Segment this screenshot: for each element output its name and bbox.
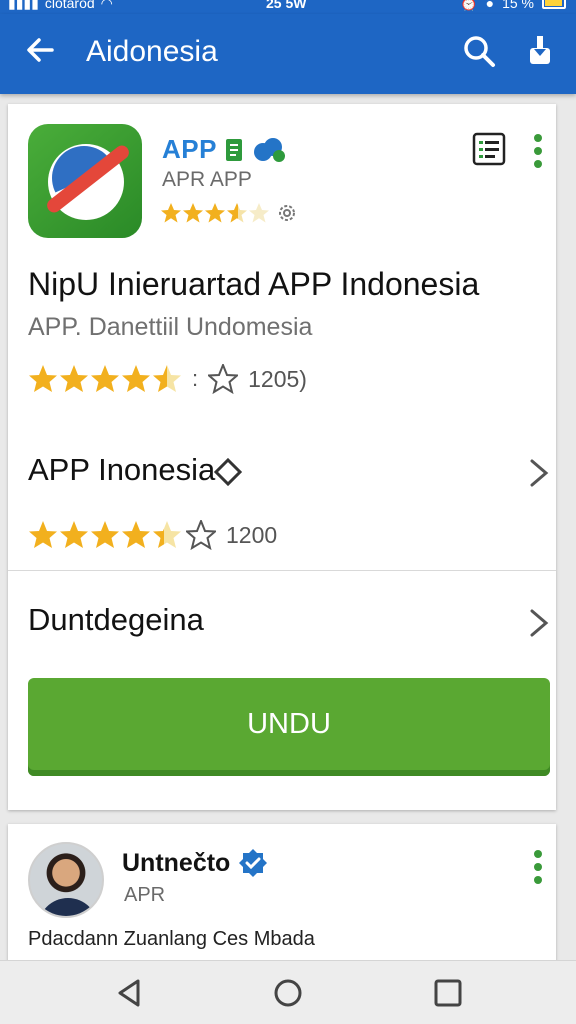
mini-star-rating-icon <box>161 203 269 223</box>
details-list-icon[interactable] <box>472 132 506 166</box>
status-time: 25 5W <box>266 0 307 11</box>
battery-icon <box>542 0 566 9</box>
wifi-icon: ◠ <box>100 0 113 11</box>
signal-icon: ▮▮▮▮ <box>8 0 39 11</box>
section-rating-count: 1200 <box>226 521 278 548</box>
install-button[interactable]: UNDU <box>28 678 550 776</box>
page-title: Aidonesia <box>86 35 218 68</box>
section-label: APP Inonesia <box>28 452 216 487</box>
diamond-icon <box>214 458 242 486</box>
chevron-right-icon[interactable] <box>528 458 550 488</box>
carrier-label: clotarod <box>44 0 95 11</box>
app-subtitle: APP. Danettiil Undomesia <box>28 313 313 341</box>
reviewer-subtitle: APR <box>124 884 166 906</box>
cloud-badge-icon <box>253 137 285 162</box>
app-logo-icon[interactable] <box>28 124 142 238</box>
star-rating-icon <box>29 365 181 392</box>
status-bar: ▮▮▮▮ clotarod ◠ 25 5W ⏰ ● 15 % <box>0 0 576 14</box>
avatar[interactable] <box>28 842 104 918</box>
battery-label: 15 % <box>502 0 534 11</box>
system-nav-bar <box>0 960 576 1024</box>
divider <box>8 570 556 571</box>
verified-badge-icon <box>239 849 268 877</box>
download-icon[interactable] <box>524 34 556 66</box>
settings-gear-icon <box>279 205 295 221</box>
rating-count: 1205) <box>248 365 307 392</box>
section-star-rating-icon <box>29 521 181 548</box>
review-text: Pdacdann Zuanlang Ces Mbada <box>28 928 315 950</box>
document-icon <box>225 138 242 161</box>
outline-star-icon <box>186 520 216 550</box>
app-rating: : 1205) <box>28 364 307 394</box>
reviewer-name: Untnečto <box>122 848 231 877</box>
chevron-right-icon[interactable] <box>528 608 550 638</box>
section-rating: 1200 <box>28 520 277 550</box>
review-more-options-icon[interactable] <box>534 850 544 884</box>
nav-home-icon[interactable] <box>272 977 304 1009</box>
outline-star-icon <box>208 364 239 394</box>
reviewer-name-row: Untnečto <box>122 848 268 878</box>
section-label: Duntdegeina <box>28 602 204 637</box>
location-icon: ● <box>485 0 495 11</box>
brand-subtitle: APR APP <box>162 168 252 191</box>
back-arrow-icon[interactable] <box>22 32 58 68</box>
more-options-icon[interactable] <box>534 134 544 168</box>
section-app-indonesia[interactable]: APP Inonesia <box>8 436 556 506</box>
app-title: NipU Inieruartad APP Indonesia <box>28 266 480 302</box>
alarm-icon: ⏰ <box>460 0 478 11</box>
app-bar: Aidonesia <box>0 14 576 94</box>
app-detail-card: APP APR APP NipU Inieruartad APP Indones… <box>8 104 556 810</box>
mini-rating <box>160 202 298 224</box>
rating-separator: : <box>192 366 199 391</box>
section-duntdegeina[interactable]: Duntdegeina <box>8 586 556 656</box>
brand-name: APP <box>162 134 217 164</box>
nav-back-icon[interactable] <box>114 977 146 1009</box>
search-icon[interactable] <box>462 34 496 68</box>
nav-recents-icon[interactable] <box>432 977 464 1009</box>
